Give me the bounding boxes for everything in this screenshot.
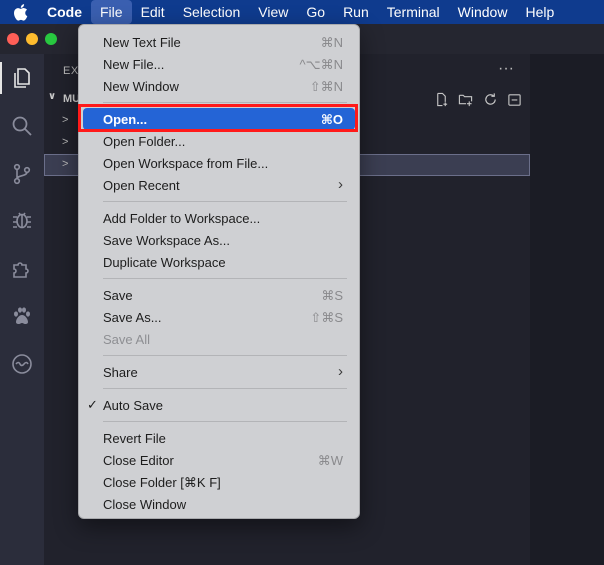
menu-item-new-file[interactable]: New File... ^⌥⌘N <box>83 53 355 75</box>
menubar-go[interactable]: Go <box>297 0 334 24</box>
macos-menu-bar: Code File Edit Selection View Go Run Ter… <box>0 0 604 24</box>
menu-item-close-editor[interactable]: Close Editor ⌘W <box>83 449 355 471</box>
explorer-icon[interactable] <box>0 58 44 98</box>
menu-item-close-window[interactable]: Close Window <box>83 493 355 515</box>
menu-item-save[interactable]: Save ⌘S <box>83 284 355 306</box>
new-file-icon[interactable] <box>434 92 450 108</box>
menu-item-save-workspace-as[interactable]: Save Workspace As... <box>83 229 355 251</box>
menubar-window[interactable]: Window <box>449 0 517 24</box>
menu-separator <box>103 278 347 279</box>
menu-item-add-folder-to-workspace[interactable]: Add Folder to Workspace... <box>83 207 355 229</box>
annotation-highlight-box <box>78 104 358 132</box>
menubar-view[interactable]: View <box>249 0 297 24</box>
menu-item-save-all: Save All <box>103 332 150 347</box>
menubar-help[interactable]: Help <box>516 0 563 24</box>
menu-separator <box>103 102 347 103</box>
menu-item-revert-file[interactable]: Revert File <box>83 427 355 449</box>
source-control-icon[interactable] <box>0 154 44 194</box>
file-menu-dropdown: New Text File ⌘N New File... ^⌥⌘N New Wi… <box>78 24 360 519</box>
apple-menu-icon[interactable] <box>0 0 40 24</box>
chevron-right-icon: > <box>62 158 69 170</box>
menu-separator <box>103 201 347 202</box>
extensions-icon[interactable] <box>0 248 44 288</box>
paw-icon[interactable] <box>0 296 44 336</box>
zoom-window-button[interactable] <box>45 33 57 45</box>
menu-item-new-text-file[interactable]: New Text File ⌘N <box>83 31 355 53</box>
menu-separator <box>103 421 347 422</box>
menubar-run[interactable]: Run <box>334 0 378 24</box>
activity-bar <box>0 54 44 565</box>
menu-item-save-as[interactable]: Save As... ⇧⌘S <box>83 306 355 328</box>
submenu-chevron-icon: › <box>338 363 343 380</box>
menu-separator <box>103 355 347 356</box>
menu-item-new-window[interactable]: New Window ⇧⌘N <box>83 75 355 97</box>
menu-item-duplicate-workspace[interactable]: Duplicate Workspace <box>83 251 355 273</box>
menubar-app-code[interactable]: Code <box>40 0 91 24</box>
minimize-window-button[interactable] <box>26 33 38 45</box>
chevron-right-icon: > <box>62 136 69 148</box>
menu-item-share[interactable]: Share › <box>83 361 355 383</box>
refresh-icon[interactable] <box>483 92 499 108</box>
menu-item-open-folder[interactable]: Open Folder... <box>83 130 355 152</box>
chevron-right-icon: > <box>62 114 69 126</box>
sidebar-title: EX <box>63 65 79 77</box>
editor-area <box>530 54 604 565</box>
menubar-terminal[interactable]: Terminal <box>378 0 449 24</box>
search-icon[interactable] <box>0 106 44 146</box>
checkmark-icon: ✓ <box>87 397 98 412</box>
collapse-all-icon[interactable] <box>507 92 523 108</box>
menubar-selection[interactable]: Selection <box>174 0 250 24</box>
menu-item-close-folder[interactable]: Close Folder [⌘K F] <box>83 471 355 493</box>
wave-icon[interactable] <box>0 344 44 384</box>
run-debug-icon[interactable] <box>0 200 44 240</box>
menubar-edit[interactable]: Edit <box>132 0 174 24</box>
menu-item-open-recent[interactable]: Open Recent › <box>83 174 355 196</box>
menubar-file[interactable]: File <box>91 0 132 24</box>
submenu-chevron-icon: › <box>338 176 343 193</box>
menu-item-auto-save[interactable]: ✓ Auto Save <box>83 394 355 416</box>
menu-separator <box>103 388 347 389</box>
more-actions-icon[interactable]: ··· <box>498 60 514 78</box>
menu-item-open-workspace-from-file[interactable]: Open Workspace from File... <box>83 152 355 174</box>
close-window-button[interactable] <box>7 33 19 45</box>
chevron-down-icon: ∨ <box>48 91 57 102</box>
new-folder-icon[interactable] <box>458 92 474 108</box>
